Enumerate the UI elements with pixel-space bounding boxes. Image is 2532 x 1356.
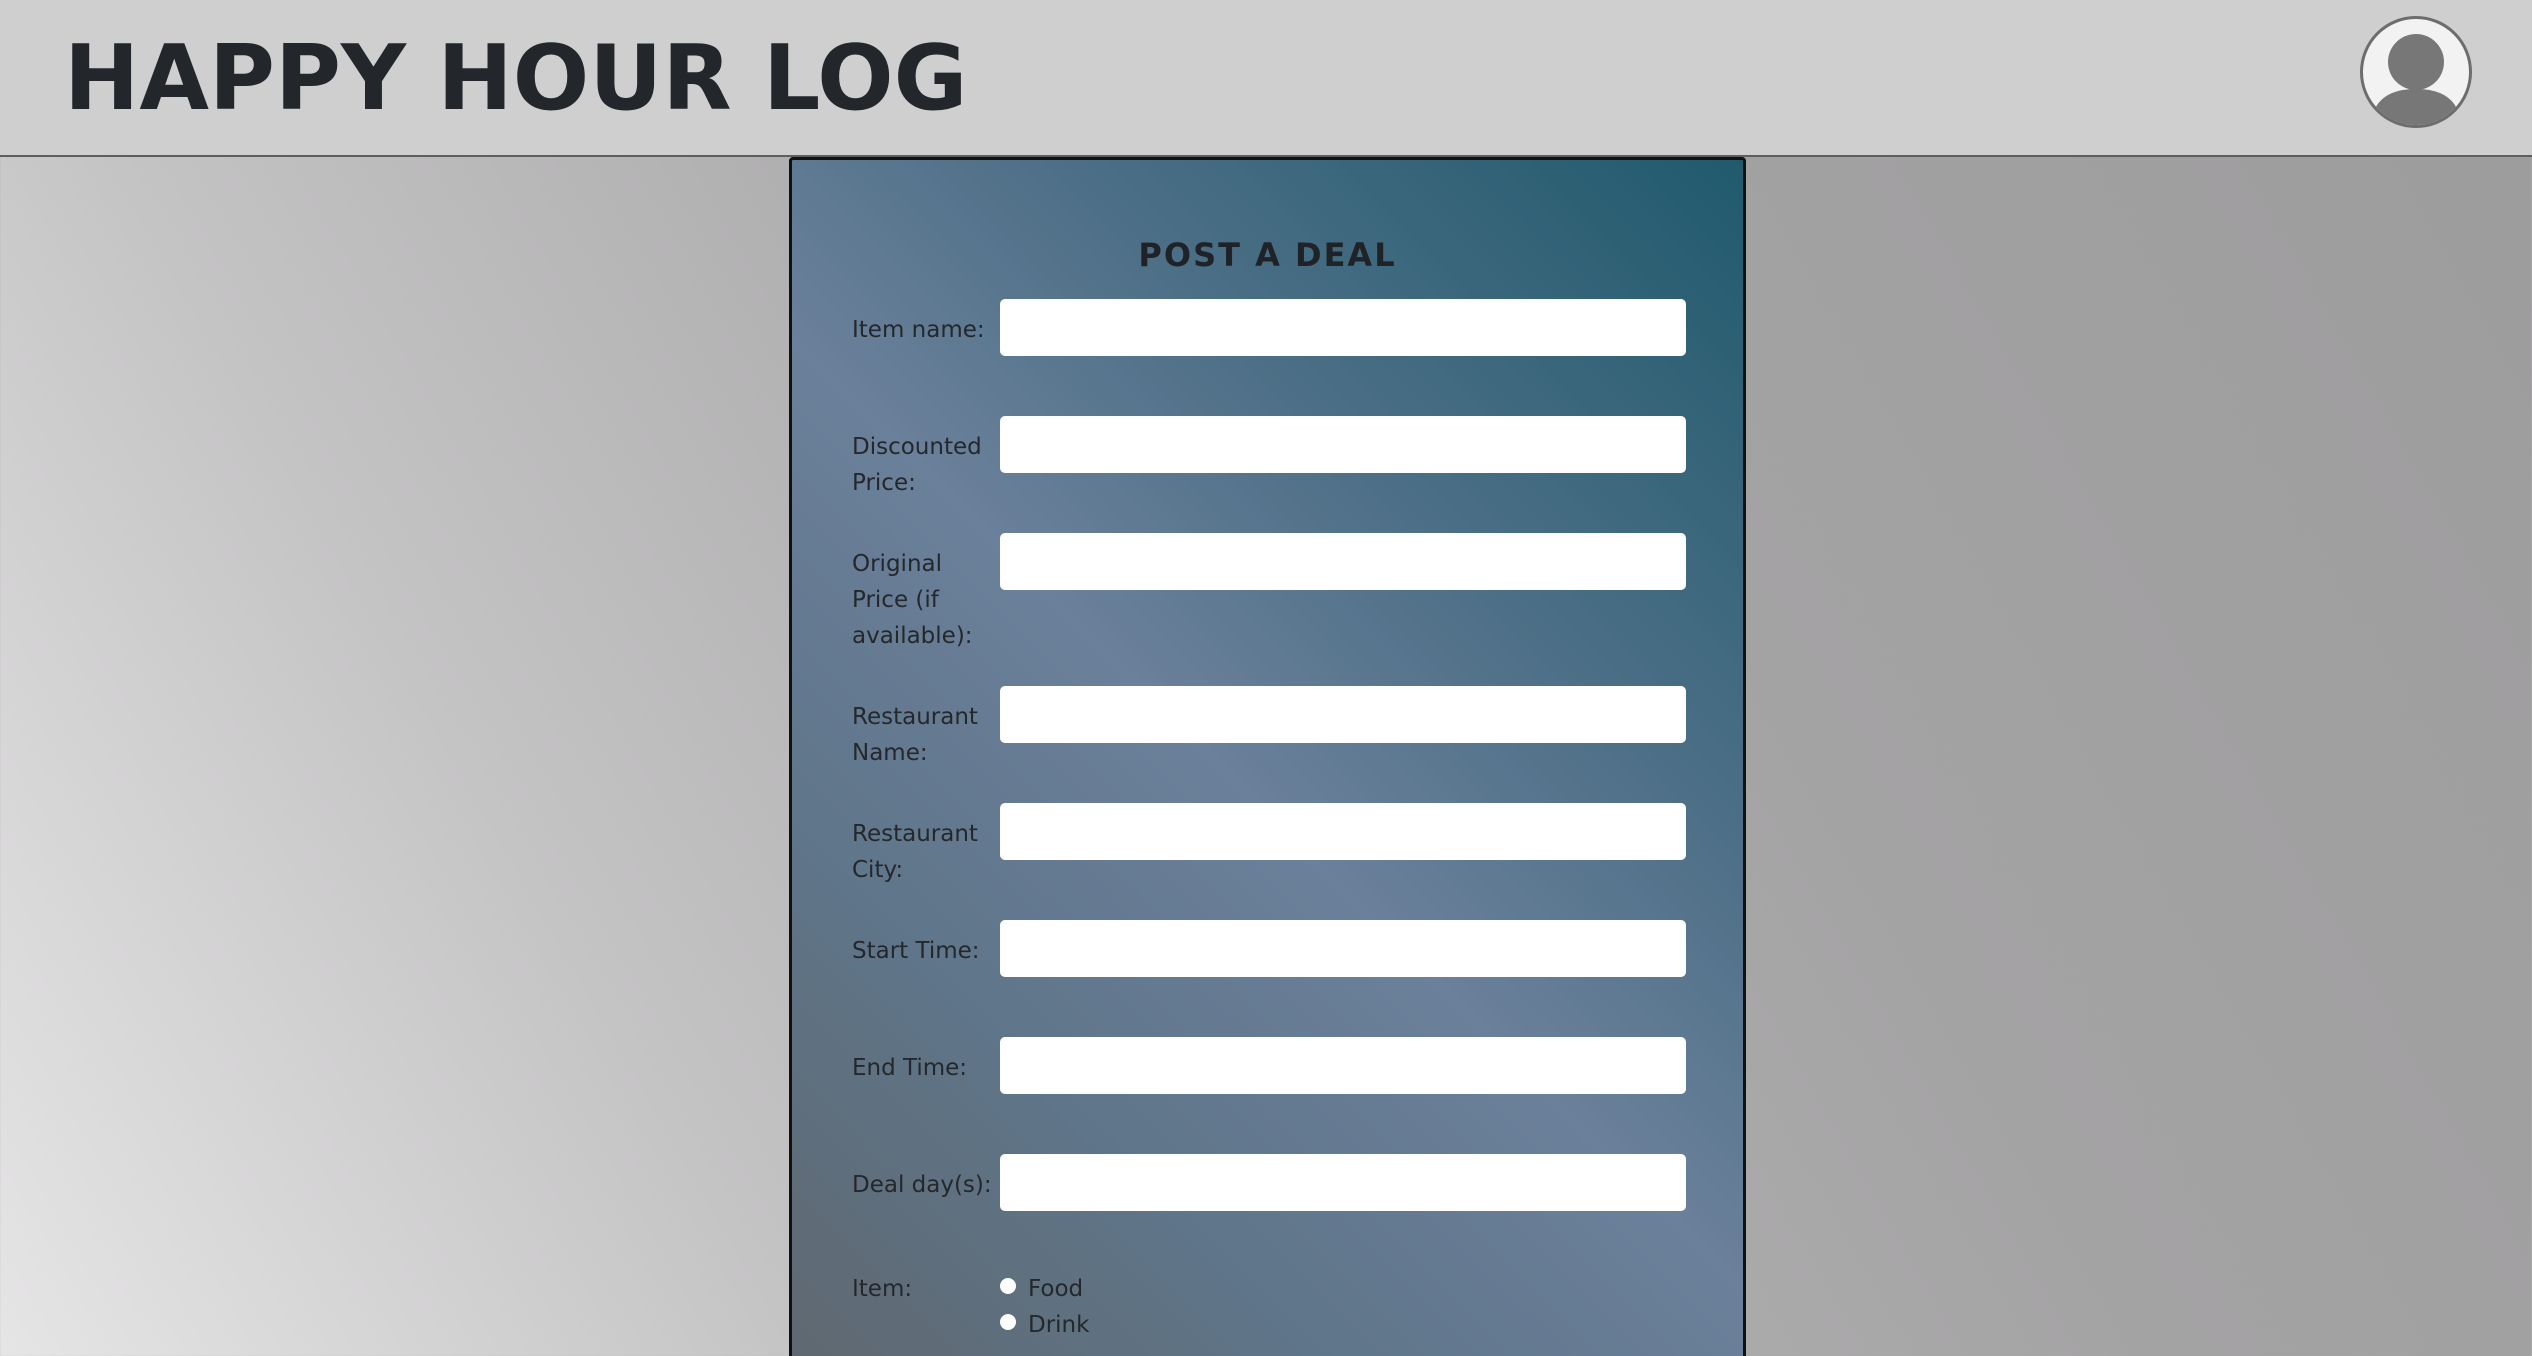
start-time-label: Start Time:	[852, 938, 980, 964]
end-time-label: End Time:	[852, 1055, 968, 1081]
food-radio-option[interactable]: Food	[1000, 1271, 1083, 1307]
restaurant-city-input[interactable]	[1000, 803, 1686, 860]
deal-days-input[interactable]	[1000, 1154, 1686, 1211]
food-radio-label: Food	[1028, 1276, 1084, 1302]
original-price-input[interactable]	[1000, 533, 1686, 590]
drink-radio-button[interactable]	[1000, 1314, 1016, 1330]
item-name-label: Item name:	[852, 317, 985, 343]
deal-days-label: Deal day(s):	[852, 1172, 992, 1198]
item-type-label: Item:	[852, 1276, 913, 1302]
top-header-bar: HAPPY HOUR LOG	[0, 0, 2532, 157]
start-time-input[interactable]	[1000, 920, 1686, 977]
form-title: POST A DEAL	[1138, 236, 1397, 274]
drink-radio-option[interactable]: Drink	[1000, 1307, 1089, 1343]
food-radio-button[interactable]	[1000, 1278, 1016, 1294]
original-price-label: Original Price (if available):	[852, 551, 973, 649]
app-title: HAPPY HOUR LOG	[64, 26, 968, 131]
restaurant-name-input[interactable]	[1000, 686, 1686, 743]
item-name-input[interactable]	[1000, 299, 1686, 356]
drink-radio-label: Drink	[1028, 1312, 1090, 1338]
restaurant-name-label: Restaurant Name:	[852, 704, 978, 766]
post-deal-panel: POST A DEAL Item name: Discounted Price:…	[789, 157, 1746, 1356]
end-time-input[interactable]	[1000, 1037, 1686, 1094]
restaurant-city-label: Restaurant City:	[852, 821, 978, 883]
user-avatar-icon[interactable]	[2360, 16, 2472, 128]
discounted-price-input[interactable]	[1000, 416, 1686, 473]
discounted-price-label: Discounted Price:	[852, 434, 982, 496]
